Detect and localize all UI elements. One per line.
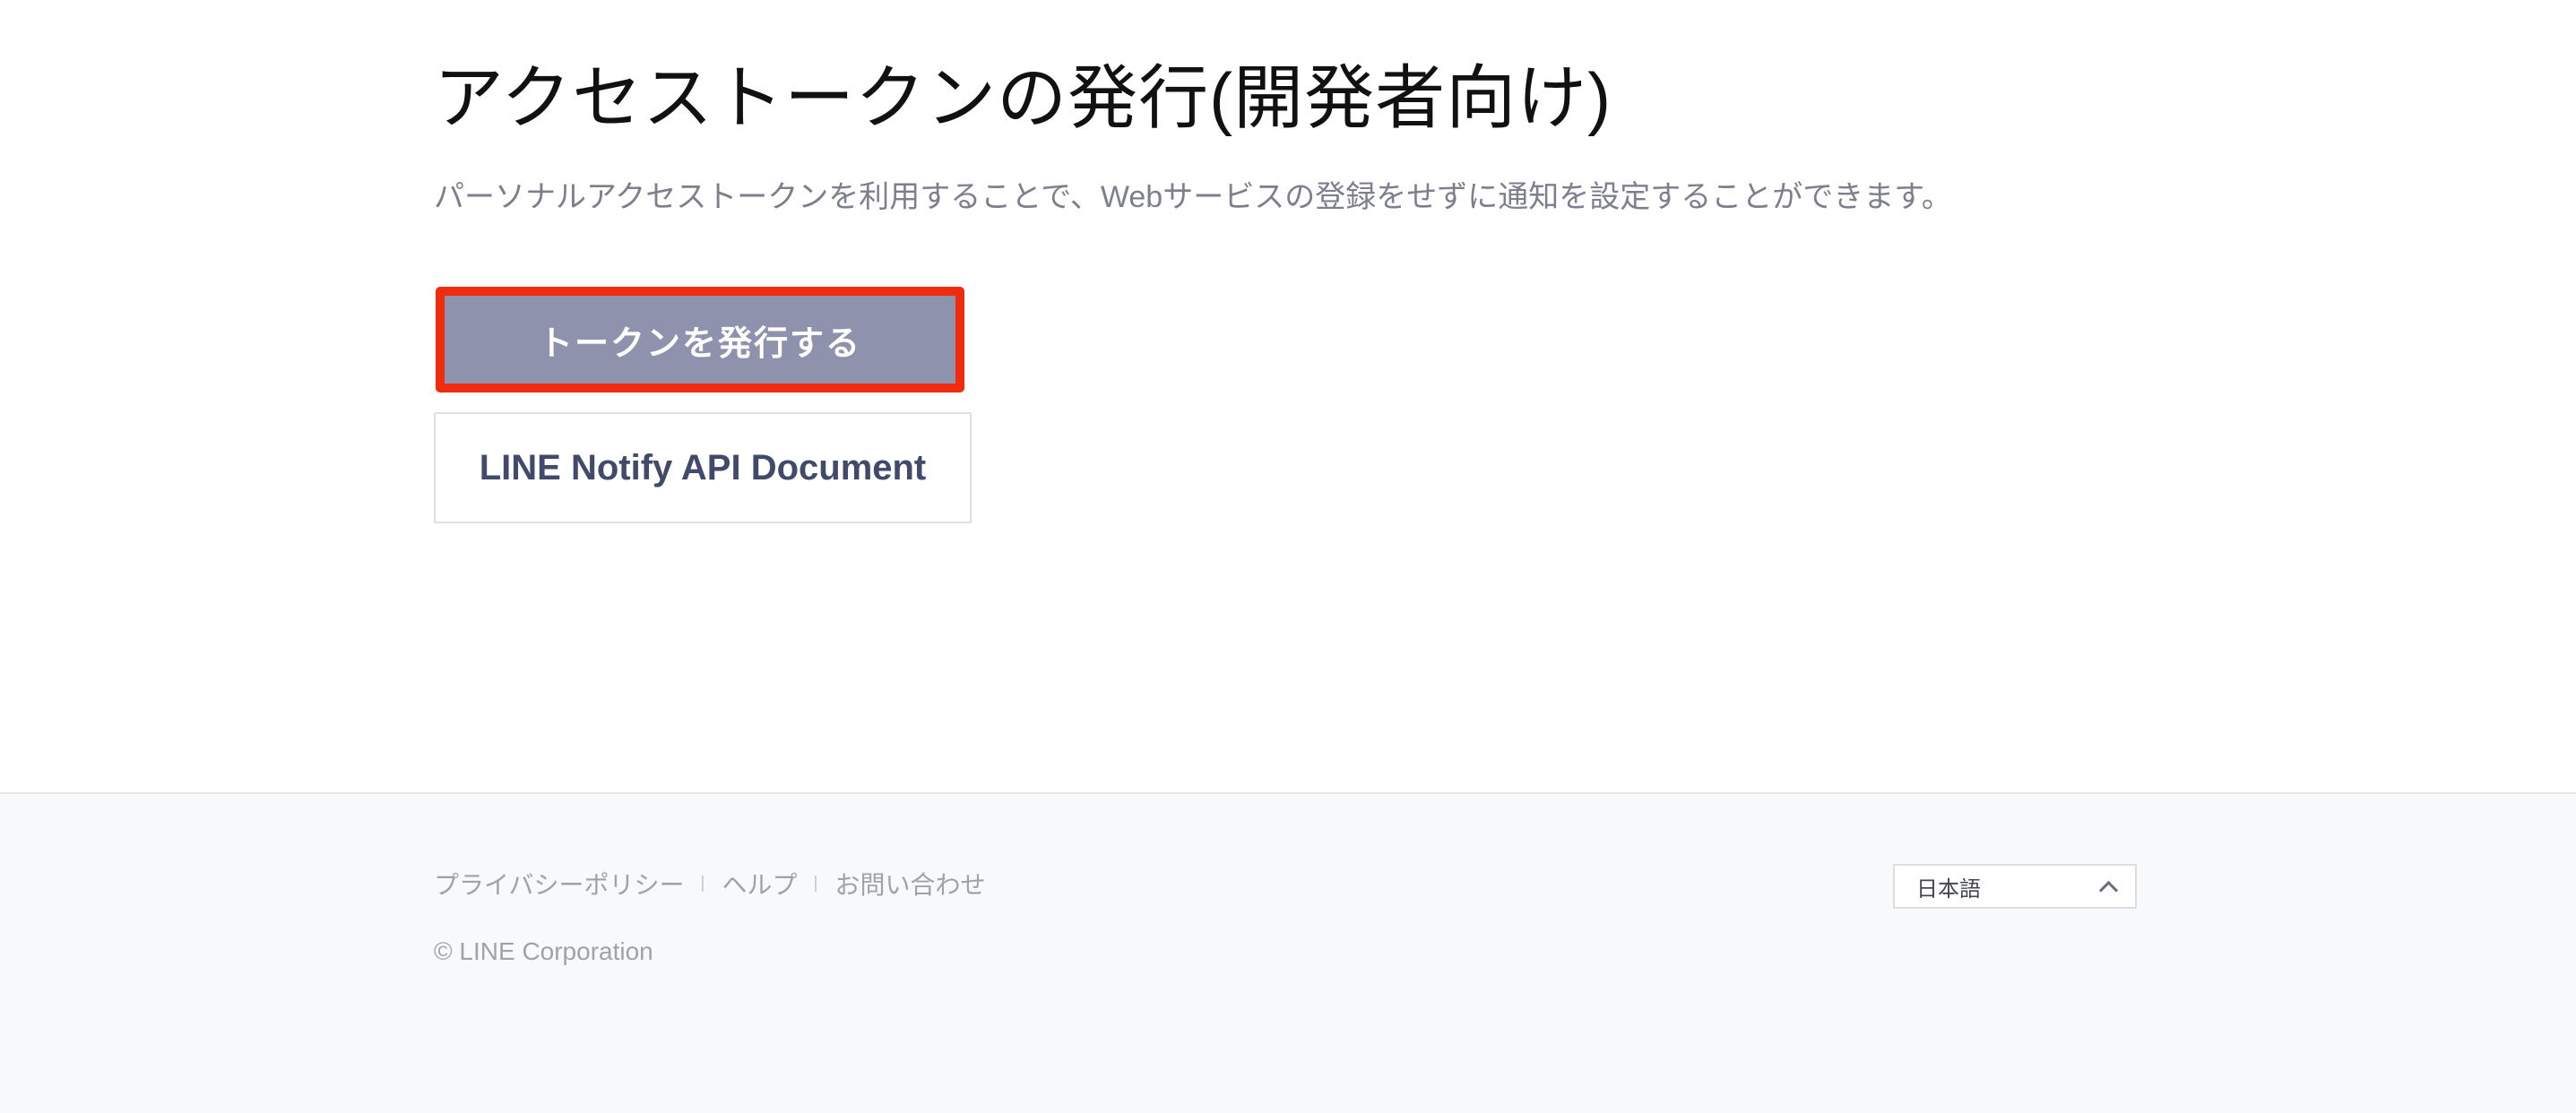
link-divider	[815, 876, 817, 892]
page-description: パーソナルアクセストークンを利用することで、Webサービスの登録をせずに通知を設…	[434, 180, 1952, 214]
link-divider	[702, 876, 705, 892]
footer: プライバシーポリシー ヘルプ お問い合わせ © LINE Corporation…	[0, 792, 2576, 1113]
chevron-up-icon	[2098, 880, 2119, 900]
page-title: アクセストークンの発行(開発者向け)	[434, 58, 1612, 137]
copyright: © LINE Corporation	[434, 937, 653, 965]
api-document-button[interactable]: LINE Notify API Document	[434, 412, 972, 523]
page: アクセストークンの発行(開発者向け) パーソナルアクセストークンを利用することで…	[0, 0, 2576, 1113]
help-link[interactable]: ヘルプ	[722, 866, 797, 902]
language-select[interactable]: 日本語	[1893, 864, 2137, 909]
footer-links: プライバシーポリシー ヘルプ お問い合わせ	[434, 866, 985, 902]
privacy-policy-link[interactable]: プライバシーポリシー	[434, 866, 684, 902]
contact-link[interactable]: お問い合わせ	[834, 866, 985, 902]
issue-token-button[interactable]: トークンを発行する	[436, 287, 964, 393]
main-content: アクセストークンの発行(開発者向け) パーソナルアクセストークンを利用することで…	[0, 0, 2576, 792]
language-selected: 日本語	[1916, 876, 1981, 902]
